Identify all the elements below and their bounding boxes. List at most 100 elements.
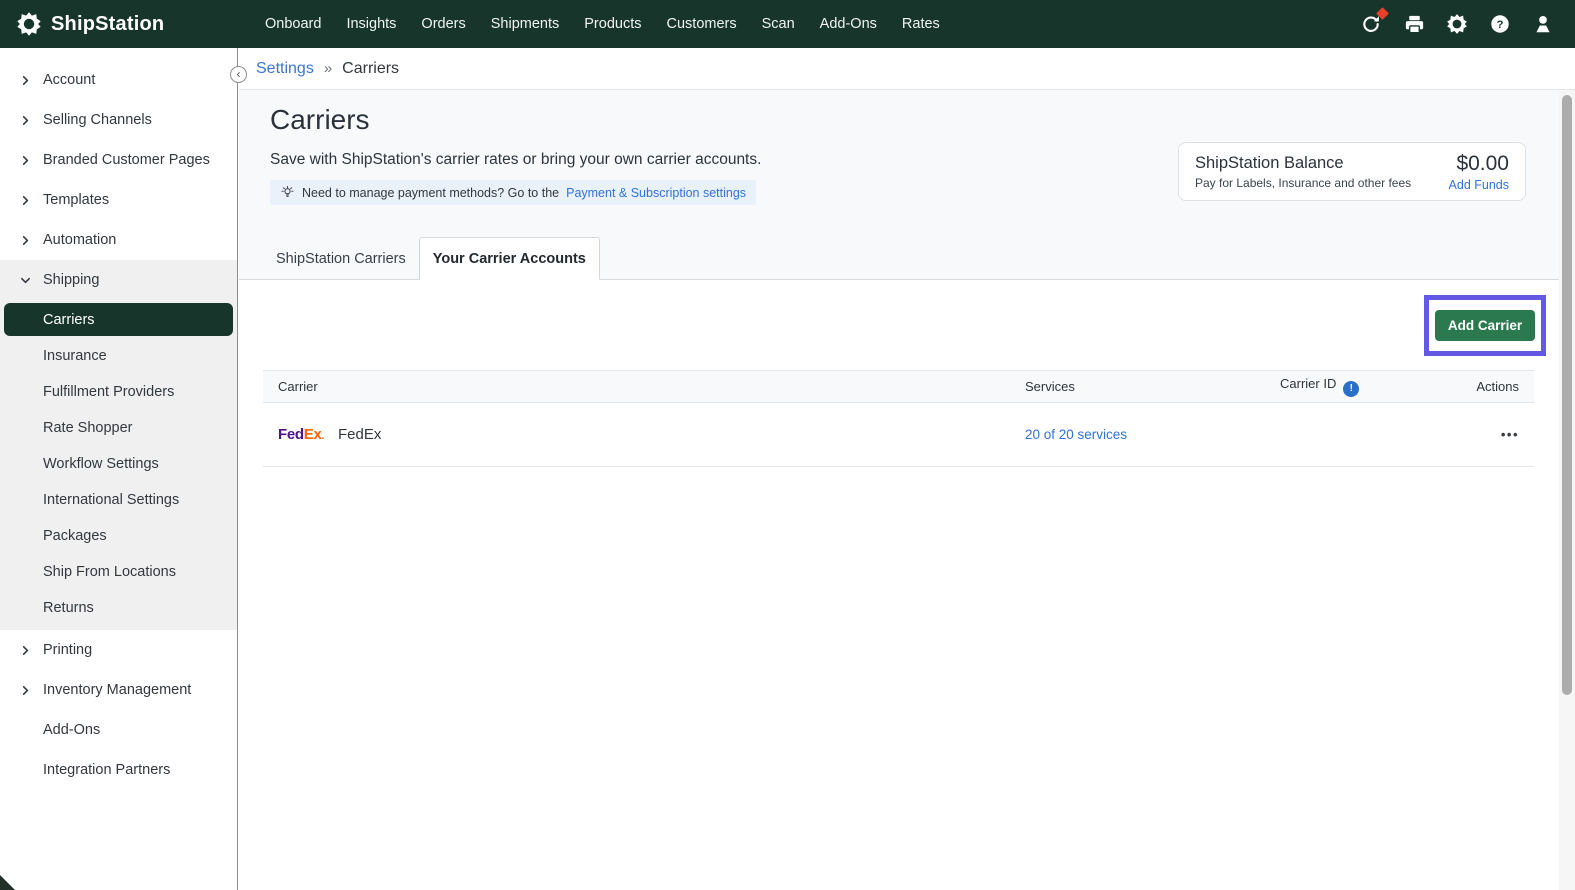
sidebar-item-branded-customer-pages[interactable]: Branded Customer Pages <box>0 140 237 180</box>
corner-widget <box>0 875 15 890</box>
carrier-tabs: ShipStation Carriers Your Carrier Accoun… <box>263 237 600 280</box>
chevron-right-icon <box>20 155 43 166</box>
nav-item-orders[interactable]: Orders <box>421 16 465 32</box>
help-glyph: ? <box>1497 19 1504 31</box>
main-nav: Onboard Insights Orders Shipments Produc… <box>265 0 940 48</box>
column-header-carrier: Carrier <box>263 379 1025 394</box>
info-icon[interactable]: ! <box>1343 381 1359 397</box>
sidebar-item-automation[interactable]: Automation <box>0 220 237 260</box>
scrollbar-thumb[interactable] <box>1562 95 1572 695</box>
sidebar-item-international-settings[interactable]: International Settings <box>0 482 237 518</box>
balance-title: ShipStation Balance <box>1195 154 1411 173</box>
nav-item-rates[interactable]: Rates <box>902 16 940 32</box>
balance-amount: $0.00 <box>1449 152 1509 176</box>
column-header-carrier-id: Carrier ID! <box>1280 376 1470 397</box>
main-content: Settings » Carriers Carriers Save with S… <box>239 48 1575 890</box>
sidebar-item-label: Account <box>43 72 95 88</box>
carrier-name: FedEx <box>338 426 381 443</box>
sidebar-item-label: Templates <box>43 192 109 208</box>
account-user-icon[interactable] <box>1531 12 1555 36</box>
fedex-logo-dot: . <box>322 431 324 442</box>
page-title: Carriers <box>270 104 370 136</box>
sidebar-item-returns[interactable]: Returns <box>0 590 237 626</box>
add-carrier-button[interactable]: Add Carrier <box>1435 310 1535 341</box>
payment-tip-text: Need to manage payment methods? Go to th… <box>302 186 559 200</box>
sidebar-shipping-group: Shipping Carriers Insurance Fulfillment … <box>0 260 237 630</box>
shipstation-balance-card: ShipStation Balance Pay for Labels, Insu… <box>1178 142 1526 201</box>
chevron-right-icon <box>20 75 43 86</box>
sidebar-item-label: Branded Customer Pages <box>43 152 210 168</box>
sidebar-item-inventory-management[interactable]: Inventory Management <box>0 670 237 710</box>
sidebar-item-fulfillment-providers[interactable]: Fulfillment Providers <box>0 374 237 410</box>
nav-item-scan[interactable]: Scan <box>762 16 795 32</box>
nav-item-products[interactable]: Products <box>584 16 641 32</box>
fedex-logo-fed: Fed <box>278 426 304 443</box>
chevron-right-icon <box>20 195 43 206</box>
sidebar-item-label: Automation <box>43 232 116 248</box>
balance-info: ShipStation Balance Pay for Labels, Insu… <box>1195 154 1411 190</box>
sidebar-item-workflow-settings[interactable]: Workflow Settings <box>0 446 237 482</box>
refresh-icon[interactable] <box>1359 12 1383 36</box>
shipstation-logo[interactable]: ShipStation <box>16 0 164 48</box>
sidebar-item-packages[interactable]: Packages <box>0 518 237 554</box>
navbar-icon-group: ? <box>1359 0 1555 48</box>
page-header-section: Carriers Save with ShipStation's carrier… <box>239 90 1575 280</box>
page-subtitle: Save with ShipStation's carrier rates or… <box>270 151 761 169</box>
services-link[interactable]: 20 of 20 services <box>1025 427 1127 442</box>
add-funds-link[interactable]: Add Funds <box>1449 178 1509 192</box>
chevron-right-icon <box>20 645 43 656</box>
carrier-cell: FedEx. FedEx <box>263 426 1025 443</box>
sidebar-collapse-icon[interactable]: ‹ <box>230 66 247 83</box>
breadcrumb-current: Carriers <box>342 60 399 78</box>
sidebar-item-selling-channels[interactable]: Selling Channels <box>0 100 237 140</box>
actions-cell: ••• <box>1470 426 1534 444</box>
sidebar-item-printing[interactable]: Printing <box>0 630 237 670</box>
sidebar-item-ship-from-locations[interactable]: Ship From Locations <box>0 554 237 590</box>
nav-item-onboard[interactable]: Onboard <box>265 16 321 32</box>
sidebar-item-carriers-selected[interactable]: Carriers <box>4 303 233 336</box>
sidebar-item-label: Inventory Management <box>43 682 191 698</box>
payment-tip-banner: Need to manage payment methods? Go to th… <box>270 180 756 205</box>
tab-shipstation-carriers[interactable]: ShipStation Carriers <box>263 237 419 280</box>
sidebar-item-account[interactable]: Account <box>0 60 237 100</box>
top-navbar: ShipStation Onboard Insights Orders Ship… <box>0 0 1575 48</box>
nav-item-insights[interactable]: Insights <box>346 16 396 32</box>
help-icon[interactable]: ? <box>1488 12 1512 36</box>
sidebar-item-integration-partners[interactable]: Integration Partners <box>0 750 237 790</box>
column-header-actions: Actions <box>1470 379 1534 394</box>
sidebar-item-shipping[interactable]: Shipping <box>0 260 237 300</box>
breadcrumb-separator: » <box>324 60 332 77</box>
balance-amount-block: $0.00 Add Funds <box>1449 152 1509 192</box>
sidebar-item-templates[interactable]: Templates <box>0 180 237 220</box>
row-actions-menu-icon[interactable]: ••• <box>1501 427 1519 442</box>
sidebar-item-label: Printing <box>43 642 92 658</box>
fedex-logo-ex: Ex <box>304 426 322 443</box>
chevron-right-icon <box>20 235 43 246</box>
print-icon[interactable] <box>1402 12 1426 36</box>
settings-gear-icon[interactable] <box>1445 12 1469 36</box>
chevron-right-icon <box>20 685 43 696</box>
balance-description: Pay for Labels, Insurance and other fees <box>1195 176 1411 190</box>
settings-sidebar: Account Selling Channels Branded Custome… <box>0 48 238 890</box>
nav-item-shipments[interactable]: Shipments <box>491 16 560 32</box>
annotation-highlight-box: Add Carrier <box>1424 295 1546 356</box>
nav-item-addons[interactable]: Add-Ons <box>820 16 877 32</box>
tab-your-carrier-accounts[interactable]: Your Carrier Accounts <box>419 237 600 280</box>
tab-content: Add Carrier Carrier Services Carrier ID!… <box>239 280 1575 890</box>
column-header-services: Services <box>1025 379 1280 394</box>
chevron-down-icon <box>20 275 43 286</box>
sidebar-item-label: Selling Channels <box>43 112 152 128</box>
nav-item-customers[interactable]: Customers <box>667 16 737 32</box>
carrier-accounts-table: Carrier Services Carrier ID! Actions Fed… <box>263 370 1534 467</box>
brand-name: ShipStation <box>51 13 164 36</box>
sidebar-item-insurance[interactable]: Insurance <box>0 338 237 374</box>
shipstation-gear-icon <box>16 11 42 37</box>
breadcrumb-settings-link[interactable]: Settings <box>256 60 314 78</box>
table-header-row: Carrier Services Carrier ID! Actions <box>263 370 1534 403</box>
fedex-logo: FedEx. <box>278 426 324 443</box>
sidebar-item-add-ons[interactable]: Add-Ons <box>0 710 237 750</box>
carrier-id-label: Carrier ID <box>1280 376 1336 391</box>
sidebar-item-rate-shopper[interactable]: Rate Shopper <box>0 410 237 446</box>
lightbulb-icon <box>280 185 295 200</box>
payment-subscription-settings-link[interactable]: Payment & Subscription settings <box>566 186 746 200</box>
